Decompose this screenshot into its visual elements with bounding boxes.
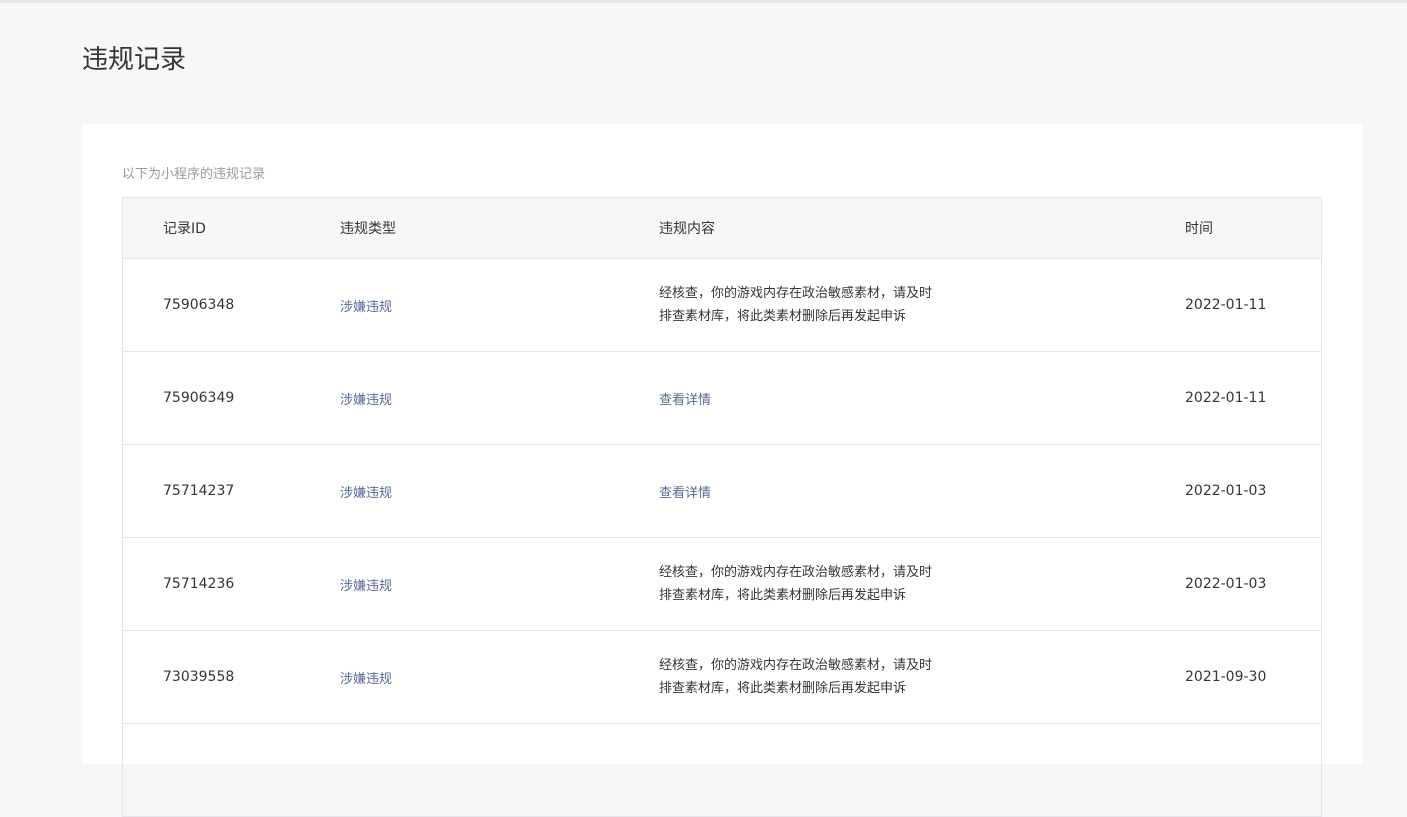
record-id: 75714236: [122, 537, 340, 631]
violation-content-line: 经核查，你的游戏内存在政治敏感素材，请及时: [659, 286, 933, 301]
table-row: 75714236 涉嫌违规 经核查，你的游戏内存在政治敏感素材，请及时 排查素材…: [122, 537, 1322, 631]
top-divider: [0, 0, 1407, 3]
record-time: 2022-01-11: [1185, 351, 1322, 445]
record-id: 75906348: [122, 258, 340, 352]
record-id: 73039558: [122, 630, 340, 724]
violation-content: 经核查，你的游戏内存在政治敏感素材，请及时 排查素材库，将此类素材删除后再发起申…: [659, 282, 959, 328]
table-header-row: 记录ID 违规类型 违规内容 时间: [122, 197, 1322, 259]
record-time: 2021-09-30: [1185, 630, 1322, 724]
records-description: 以下为小程序的违规记录: [122, 167, 266, 182]
view-details-link[interactable]: 查看详情: [659, 486, 711, 501]
violation-content: 经核查，你的游戏内存在政治敏感素材，请及时 排查素材库，将此类素材删除后再发起申…: [659, 561, 959, 607]
table-row: 75906348 涉嫌违规 经核查，你的游戏内存在政治敏感素材，请及时 排查素材…: [122, 258, 1322, 352]
record-time: 2022-01-11: [1185, 258, 1322, 352]
violation-type-link[interactable]: 涉嫌违规: [340, 486, 392, 501]
violation-content: 经核查，你的游戏内存在政治敏感素材，请及时 排查素材库，将此类素材删除后再发起申…: [659, 654, 959, 700]
violation-type-link[interactable]: 涉嫌违规: [340, 579, 392, 594]
violation-content-line: 排查素材库，将此类素材删除后再发起申诉: [659, 309, 907, 324]
table-row: 75714237 涉嫌违规 查看详情 2022-01-03: [122, 444, 1322, 538]
violation-content-line: 排查素材库，将此类素材删除后再发起申诉: [659, 681, 907, 696]
table-row: 73039558 涉嫌违规 经核查，你的游戏内存在政治敏感素材，请及时 排查素材…: [122, 630, 1322, 724]
header-record-id: 记录ID: [122, 197, 340, 259]
records-card: 以下为小程序的违规记录 记录ID 违规类型 违规内容 时间 75906348 涉…: [82, 124, 1362, 817]
table-row: 75906349 涉嫌违规 查看详情 2022-01-11: [122, 351, 1322, 445]
record-id: 75714237: [122, 444, 340, 538]
header-violation-type: 违规类型: [340, 197, 659, 259]
violation-records-table: 记录ID 违规类型 违规内容 时间 75906348 涉嫌违规 经核查，你的游戏…: [122, 197, 1322, 817]
violation-content-line: 经核查，你的游戏内存在政治敏感素材，请及时: [659, 565, 933, 580]
violation-type-link[interactable]: 涉嫌违规: [340, 393, 392, 408]
violation-type-link[interactable]: 涉嫌违规: [340, 672, 392, 687]
record-time: 2022-01-03: [1185, 537, 1322, 631]
record-id: 75906349: [122, 351, 340, 445]
record-time: 2022-01-03: [1185, 444, 1322, 538]
violation-content-line: 排查素材库，将此类素材删除后再发起申诉: [659, 588, 907, 603]
header-time: 时间: [1185, 197, 1322, 259]
view-details-link[interactable]: 查看详情: [659, 393, 711, 408]
violation-type-link[interactable]: 涉嫌违规: [340, 300, 392, 315]
table-row: [122, 723, 1322, 817]
page-title: 违规记录: [82, 45, 187, 75]
violation-content-line: 经核查，你的游戏内存在政治敏感素材，请及时: [659, 658, 933, 673]
header-violation-content: 违规内容: [659, 197, 1185, 259]
